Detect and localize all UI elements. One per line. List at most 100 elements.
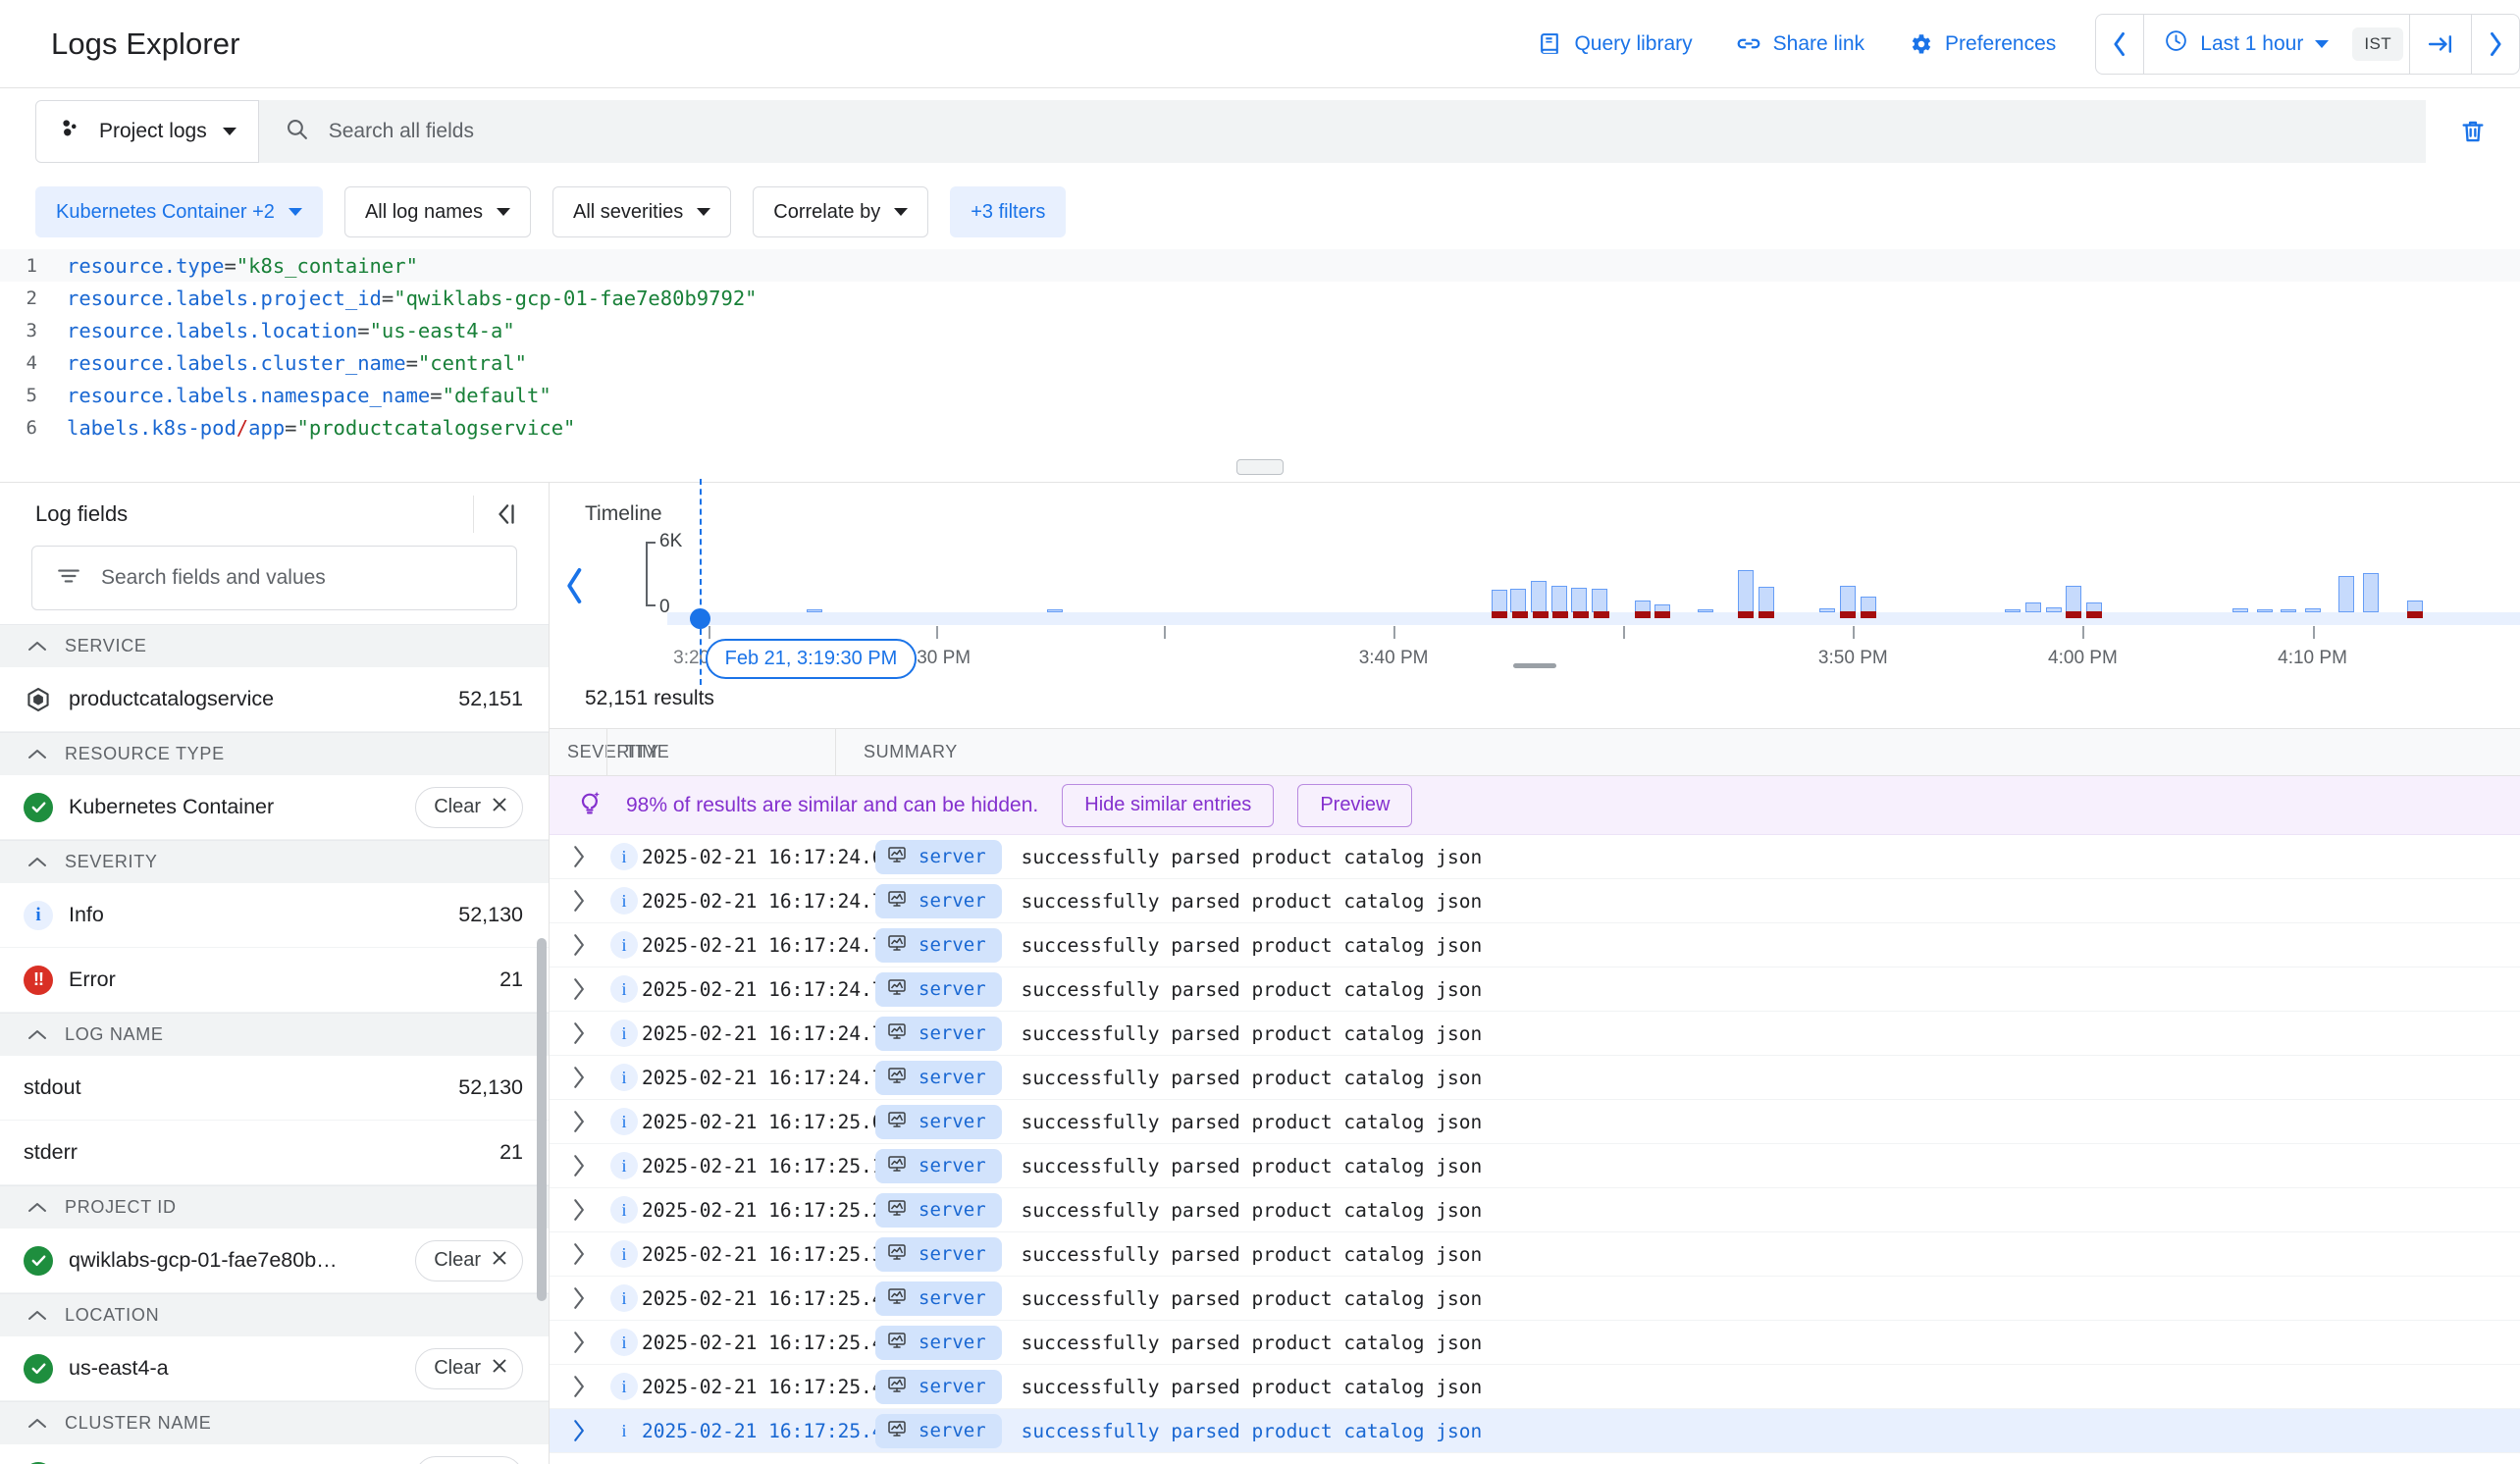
- query-line[interactable]: 3 resource.labels.location="us-east4-a": [0, 314, 2520, 346]
- timeline-cursor-label[interactable]: Feb 21, 3:19:30 PM: [705, 639, 918, 679]
- field-row-error[interactable]: !! Error 21: [0, 948, 549, 1013]
- field-group-log-name[interactable]: LOG NAME: [0, 1013, 549, 1056]
- timeline-prev-button[interactable]: [563, 567, 587, 609]
- table-row[interactable]: i 2025-02-21 16:17:24.706 server successful…: [550, 967, 2520, 1012]
- table-row[interactable]: i 2025-02-21 16:17:25.406 server successful…: [550, 1277, 2520, 1321]
- expand-row-icon[interactable]: [550, 1154, 606, 1177]
- clear-filter-button[interactable]: Clear: [415, 786, 523, 828]
- query-line[interactable]: 2 resource.labels.project_id="qwiklabs-g…: [0, 282, 2520, 314]
- expand-row-icon[interactable]: [550, 1375, 606, 1398]
- field-row-productcatalogservice[interactable]: productcatalogservice 52,151: [0, 667, 549, 732]
- row-tag-label: server: [919, 1332, 986, 1353]
- editor-resize-handle[interactable]: [1236, 459, 1284, 475]
- log-fields-scrollbar[interactable]: [537, 938, 547, 1301]
- chevron-down-icon: [697, 208, 711, 216]
- query-line[interactable]: 4 resource.labels.cluster_name="central": [0, 346, 2520, 379]
- time-range-selector[interactable]: Last 1 hour: [2144, 15, 2346, 74]
- clear-query-button[interactable]: [2426, 117, 2520, 146]
- collapse-panel-button[interactable]: [473, 496, 519, 533]
- timeline-chart[interactable]: 6K 0 3:20 PM3:30 PM3:40 PM3:50 PM4:00 PM…: [550, 479, 2520, 685]
- expand-row-icon[interactable]: [550, 1021, 606, 1045]
- query-line[interactable]: 5 resource.labels.namespace_name="defaul…: [0, 379, 2520, 411]
- field-group-service[interactable]: SERVICE: [0, 624, 549, 667]
- field-row-stdout[interactable]: stdout 52,130: [0, 1056, 549, 1121]
- timeline-resize-handle[interactable]: [1513, 663, 1556, 668]
- timeline-tick-label: 4:00 PM: [2048, 648, 2118, 668]
- timeline-bar: [2005, 609, 2021, 612]
- preview-label: Preview: [1320, 794, 1391, 815]
- expand-row-icon[interactable]: [550, 1110, 606, 1133]
- table-row[interactable]: i 2025-02-21 16:17:25.437 server successful…: [550, 1365, 2520, 1409]
- query-library-button[interactable]: Query library: [1515, 0, 1713, 87]
- time-prev-button[interactable]: [2096, 15, 2143, 74]
- expand-row-icon[interactable]: [550, 1066, 606, 1089]
- filter-chip-severities[interactable]: All severities: [552, 186, 732, 237]
- hide-similar-entries-button[interactable]: Hide similar entries: [1062, 783, 1275, 827]
- table-row[interactable]: i 2025-02-21 16:17:24.704 server successful…: [550, 923, 2520, 967]
- timeline-bar: [2304, 608, 2321, 612]
- query-line[interactable]: 1 resource.type="k8s_container": [0, 249, 2520, 282]
- search-input[interactable]: Search all fields: [258, 100, 2426, 163]
- query-editor[interactable]: 1 resource.type="k8s_container" 2 resour…: [0, 249, 2520, 447]
- field-row-stderr[interactable]: stderr 21: [0, 1121, 549, 1185]
- field-group-severity[interactable]: SEVERITY: [0, 840, 549, 883]
- log-fields-list[interactable]: SERVICE productcatalogservice 52,151 RES…: [0, 624, 549, 1464]
- jump-to-now-button[interactable]: [2410, 15, 2471, 74]
- clear-filter-button[interactable]: Clear: [415, 1347, 523, 1389]
- table-row[interactable]: i 2025-02-21 16:17:24.631 server successful…: [550, 835, 2520, 879]
- expand-row-icon[interactable]: [550, 1198, 606, 1222]
- monitor-icon: [887, 1286, 907, 1311]
- field-group-location[interactable]: LOCATION: [0, 1293, 549, 1336]
- filter-chip-resource-type[interactable]: Kubernetes Container +2: [35, 186, 323, 237]
- table-row[interactable]: i 2025-02-21 16:17:24.702 server successful…: [550, 879, 2520, 923]
- row-message: successfully parsed product catalog json: [1021, 1419, 1483, 1442]
- filter-chip-more-filters[interactable]: +3 filters: [950, 186, 1067, 237]
- expand-row-icon[interactable]: [550, 845, 606, 868]
- field-row-kubernetes-container[interactable]: Kubernetes Container Clear: [0, 775, 549, 840]
- row-tag-label: server: [919, 978, 986, 1000]
- timeline-bar: [1592, 588, 1608, 612]
- field-group-resource-type[interactable]: RESOURCE TYPE: [0, 732, 549, 775]
- timeline-plot-area[interactable]: 3:20 PM3:30 PM3:40 PM3:50 PM4:00 PM4:10 …: [667, 479, 2520, 685]
- field-group-label: RESOURCE TYPE: [65, 744, 225, 763]
- field-group-cluster-name[interactable]: CLUSTER NAME: [0, 1401, 549, 1444]
- row-timestamp: 2025-02-21 16:17:25.395: [642, 1242, 908, 1266]
- field-row-cluster-name[interactable]: central Clear: [0, 1444, 549, 1464]
- filter-chip-log-names[interactable]: All log names: [343, 186, 531, 237]
- timeline-error-marker: [1511, 611, 1528, 618]
- expand-row-icon[interactable]: [550, 1242, 606, 1266]
- table-row[interactable]: i 2025-02-21 16:17:25.415 server successful…: [550, 1321, 2520, 1365]
- clear-filter-button[interactable]: Clear: [415, 1455, 523, 1464]
- table-row[interactable]: i 2025-02-21 16:17:24.738 server successful…: [550, 1012, 2520, 1056]
- table-row[interactable]: i 2025-02-21 16:17:25.262 server successful…: [550, 1188, 2520, 1232]
- expand-row-icon[interactable]: [550, 933, 606, 957]
- expand-row-icon[interactable]: [550, 977, 606, 1001]
- expand-row-icon[interactable]: [550, 1286, 606, 1310]
- field-row-location[interactable]: us-east4-a Clear: [0, 1336, 549, 1401]
- time-next-button[interactable]: [2472, 15, 2519, 74]
- clear-filter-button[interactable]: Clear: [415, 1239, 523, 1281]
- table-row[interactable]: i 2025-02-21 16:17:25.067 server successful…: [550, 1100, 2520, 1144]
- filter-chip-correlate-by[interactable]: Correlate by: [753, 186, 929, 237]
- timezone-chip[interactable]: IST: [2352, 26, 2403, 61]
- preferences-button[interactable]: Preferences: [1886, 0, 2077, 87]
- project-scope-selector[interactable]: Project logs: [35, 100, 259, 163]
- expand-row-icon[interactable]: [550, 1331, 606, 1354]
- table-row[interactable]: i 2025-02-21 16:17:25.438 server successful…: [550, 1409, 2520, 1453]
- table-row[interactable]: i 2025-02-21 16:17:24.742 server successful…: [550, 1056, 2520, 1100]
- row-summary: server successfully parsed product catalo…: [869, 1369, 2520, 1404]
- share-link-button[interactable]: Share link: [1714, 0, 1886, 87]
- expand-row-icon[interactable]: [550, 889, 606, 913]
- table-row[interactable]: i 2025-02-21 16:17:25.395 server successful…: [550, 1232, 2520, 1277]
- field-group-project-id[interactable]: PROJECT ID: [0, 1185, 549, 1229]
- field-label: Kubernetes Container: [69, 795, 275, 818]
- table-row[interactable]: i 2025-02-21 16:17:25.151 server successful…: [550, 1144, 2520, 1188]
- fields-search-input[interactable]: Search fields and values: [31, 546, 517, 610]
- expand-row-icon[interactable]: [550, 1419, 606, 1442]
- preview-button[interactable]: Preview: [1297, 783, 1413, 827]
- field-row-info[interactable]: i Info 52,130: [0, 883, 549, 948]
- filter-chip-label: All log names: [364, 200, 483, 223]
- timeline-error-marker: [1738, 611, 1755, 618]
- field-row-project-id[interactable]: qwiklabs-gcp-01-fae7e80b… Clear: [0, 1229, 549, 1293]
- query-line[interactable]: 6 labels.k8s-pod/app="productcatalogserv…: [0, 411, 2520, 444]
